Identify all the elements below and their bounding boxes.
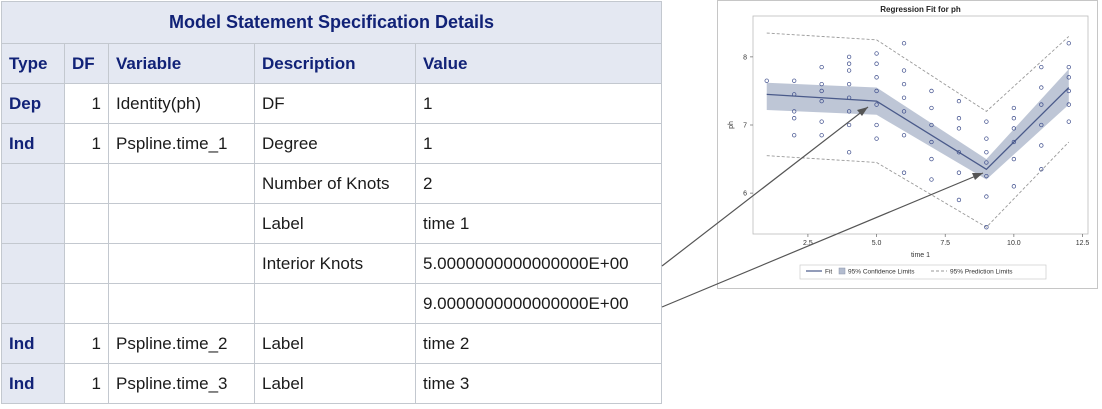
- arrow-overlay: [661, 106, 984, 308]
- knot-9-arrow: [661, 172, 984, 308]
- knot-5-arrow: [661, 106, 869, 267]
- knot-9-arrowhead: [972, 173, 983, 180]
